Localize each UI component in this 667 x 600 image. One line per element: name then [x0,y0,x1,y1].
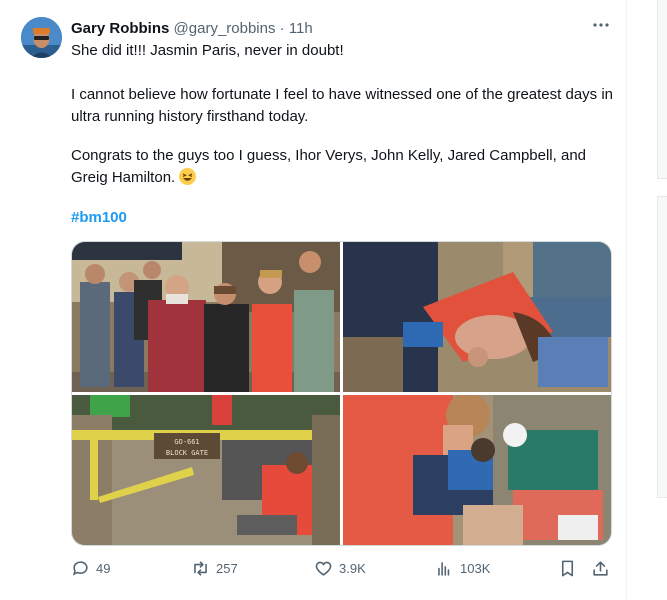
author-name[interactable]: Gary Robbins [71,20,169,37]
sidebar-panel-top [657,0,667,179]
repost-count: 257 [216,560,238,576]
like-button[interactable]: 3.9K [314,556,366,580]
tweet-timestamp[interactable]: 11h [289,20,313,37]
like-count: 3.9K [339,560,366,576]
heart-icon [315,561,332,576]
action-bar: 49 257 3.9K 103K [71,556,616,580]
photo-crew-helping[interactable] [343,395,611,545]
reply-icon [72,560,88,576]
right-sidebar-edge [657,0,667,600]
reply-count: 49 [96,560,111,576]
repost-icon [194,560,207,576]
avatar[interactable] [21,17,62,58]
hashtag-link[interactable]: #bm100 [71,208,127,228]
tweet-text-line3: Congrats to the guys too I guess, Ihor V… [71,145,616,189]
grinning-squinting-face-icon [179,168,197,185]
gate-sign-line1: GO-661 [174,438,199,446]
reply-button[interactable]: 49 [71,556,110,580]
share-button[interactable] [591,556,610,580]
tweet-text-line3-content: Congrats to the guys too I guess, Ihor V… [71,147,587,186]
repost-button[interactable]: 257 [191,556,238,580]
view-count: 103K [460,560,491,576]
more-icon[interactable] [590,16,612,38]
media-grid: GO-661 BLOCK GATE [71,241,612,546]
analytics-icon [438,561,450,576]
author-handle[interactable]: @gary_robbins [174,20,276,37]
tweet-text-line2: I cannot believe how fortunate I feel to… [71,86,614,125]
photo-group[interactable] [72,242,340,392]
tweet-card[interactable]: Gary Robbins @gary_robbins · 11h She did… [0,0,627,600]
views-button[interactable]: 103K [435,556,490,580]
photo-block-gate[interactable]: GO-661 BLOCK GATE [72,395,340,545]
bookmark-button[interactable] [558,556,577,580]
photo-finish-collapse[interactable] [343,242,611,392]
tweet-text-line1: She did it!!! Jasmin Paris, never in dou… [71,42,344,59]
gate-sign-line2: BLOCK GATE [166,449,208,457]
header-separator: · [279,20,285,37]
sidebar-panel-middle [657,196,667,498]
share-icon [593,560,608,576]
bookmark-icon [561,560,574,576]
more-horizontal-icon [593,23,609,27]
tweet-header: Gary Robbins @gary_robbins · 11h [71,19,313,39]
